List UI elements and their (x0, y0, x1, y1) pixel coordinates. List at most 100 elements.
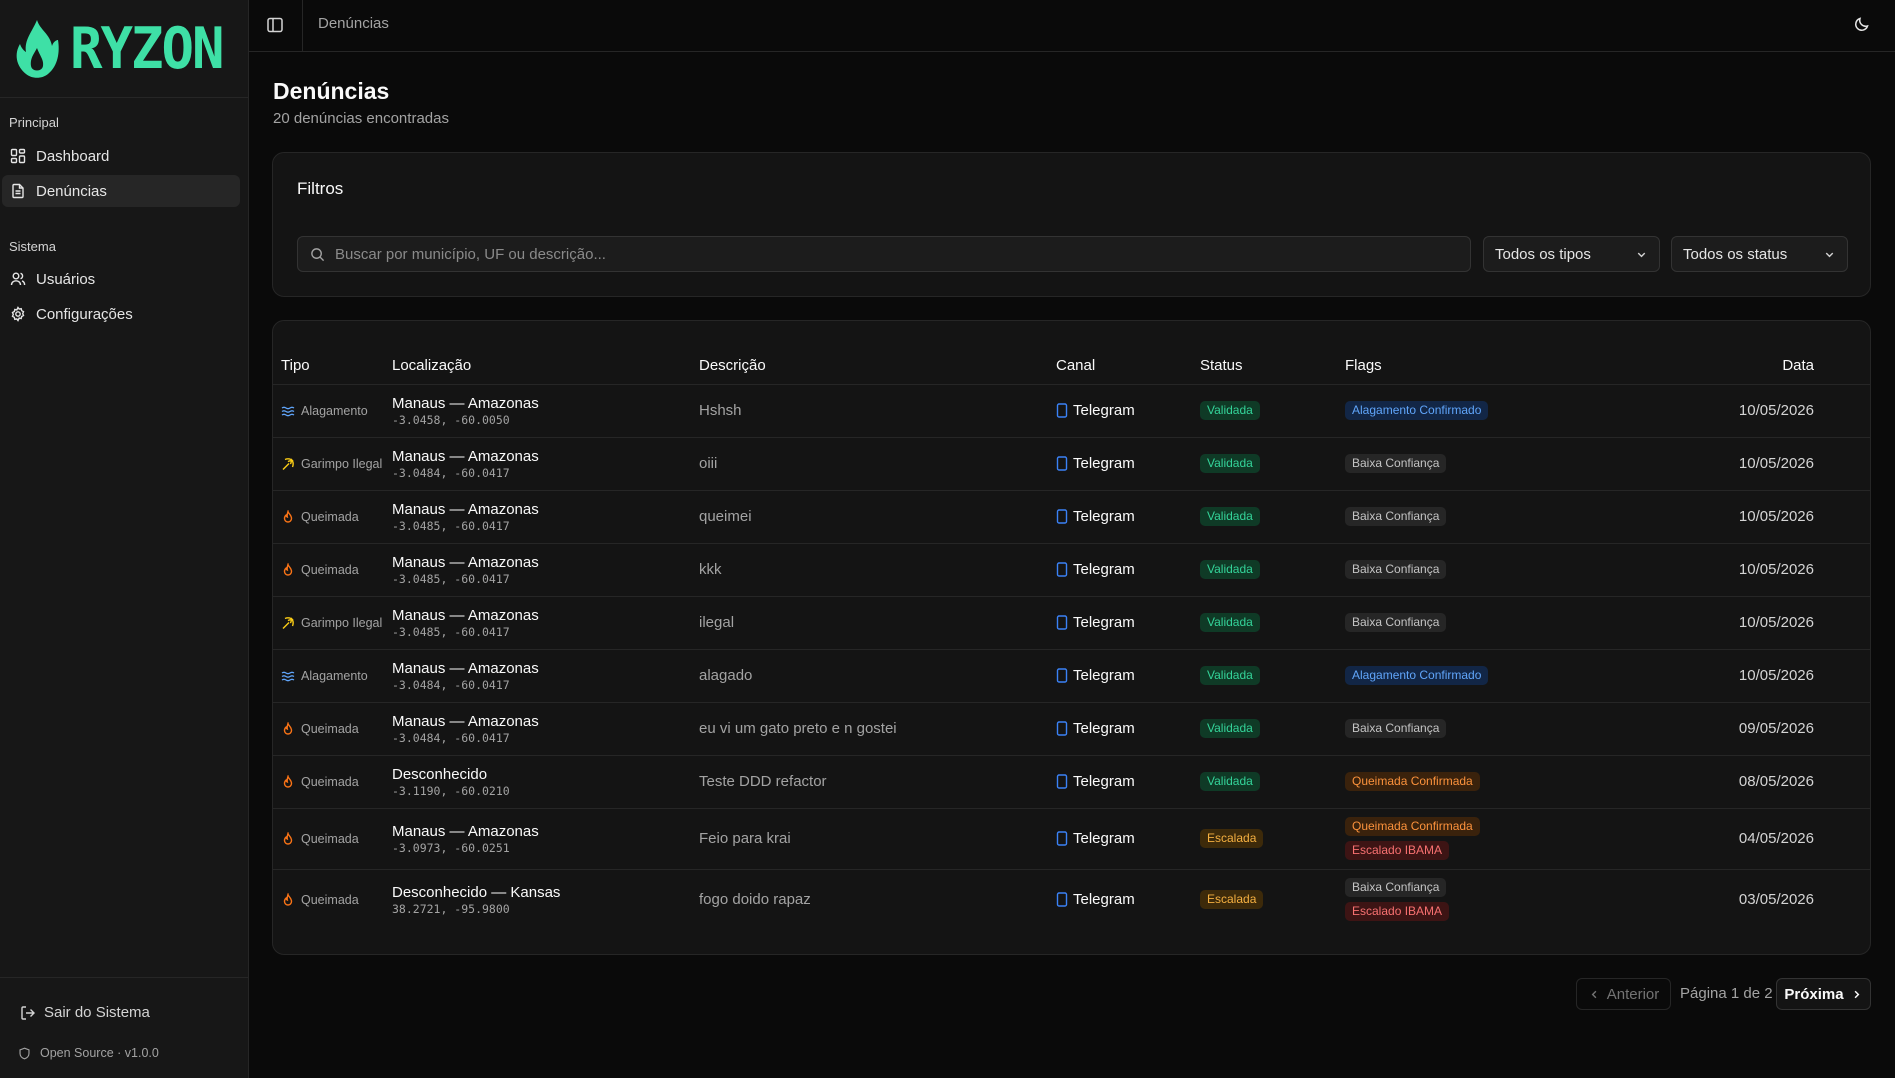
cell-localizacao: Manaus — Amazonas -3.0485, -60.0417 (392, 596, 699, 650)
phone-icon (1056, 892, 1068, 907)
canal-label: Telegram (1073, 561, 1135, 578)
sidebar-item-denuncias[interactable]: Denúncias (2, 175, 240, 207)
status-badge: Validada (1200, 507, 1260, 526)
header-descricao: Descrição (699, 347, 1056, 385)
date-text: 10/05/2026 (1738, 402, 1814, 419)
cell-canal: Telegram (1056, 384, 1200, 438)
flame-icon (283, 892, 293, 906)
search-box[interactable] (297, 236, 1471, 272)
flag-badge: Baixa Confiança (1345, 613, 1447, 632)
table-header-row: Tipo Localização Descrição Canal Status … (273, 347, 1870, 385)
logout-label: Sair do Sistema (44, 1004, 150, 1021)
canal-label: Telegram (1073, 402, 1135, 419)
cell-tipo: Garimpo Ilegal (273, 596, 392, 650)
cell-data: 03/05/2026 (1625, 869, 1870, 930)
flag-badge: Baixa Confiança (1345, 878, 1447, 898)
table-row[interactable]: Alagamento Manaus — Amazonas -3.0458, -60… (273, 384, 1870, 438)
cell-descricao: eu vi um gato preto e n gostei (699, 702, 1056, 756)
location-coords: -3.0484, -60.0417 (392, 465, 510, 480)
table-row[interactable]: Queimada Desconhecido — Kansas 38.2721, -… (273, 869, 1870, 930)
status-badge: Escalada (1200, 829, 1264, 848)
table-row[interactable]: Garimpo Ilegal Manaus — Amazonas -3.0485,… (273, 596, 1870, 650)
location-coords: -3.0484, -60.0417 (392, 677, 510, 692)
search-input[interactable] (335, 245, 1470, 263)
table-row[interactable]: Queimada Manaus — Amazonas -3.0484, -60.0… (273, 702, 1870, 756)
cell-status: Escalada (1200, 869, 1345, 930)
next-page-button[interactable]: Próxima (1776, 978, 1871, 1010)
location-name: Manaus — Amazonas (392, 500, 539, 518)
gear-icon (11, 306, 25, 322)
description-text: alagado (699, 667, 753, 684)
cell-descricao: Hshsh (699, 384, 1056, 438)
cell-data: 10/05/2026 (1625, 649, 1870, 703)
type-select[interactable]: Todos os tipos (1483, 236, 1660, 272)
shield-icon (19, 1047, 30, 1059)
canal-label: Telegram (1073, 508, 1135, 525)
status-select[interactable]: Todos os status (1671, 236, 1848, 272)
description-text: oiii (699, 455, 718, 472)
waves-icon (281, 406, 295, 416)
status-badge: Validada (1200, 401, 1260, 420)
cell-localizacao: Manaus — Amazonas -3.0458, -60.0050 (392, 384, 699, 438)
date-text: 10/05/2026 (1738, 667, 1814, 684)
layout-grid-icon (10, 148, 26, 164)
search-icon (311, 247, 325, 261)
location-coords: -3.0485, -60.0417 (392, 518, 510, 533)
cell-localizacao: Manaus — Amazonas -3.0484, -60.0417 (392, 437, 699, 491)
cell-tipo: Queimada (273, 869, 392, 930)
sidebar-item-configuracoes[interactable]: Configurações (2, 298, 240, 330)
logout-button[interactable]: Sair do Sistema (20, 1004, 150, 1021)
logo[interactable]: RYZON (0, 0, 248, 98)
flag-badge: Baixa Confiança (1345, 454, 1447, 473)
sidebar-toggle-icon[interactable] (266, 16, 284, 34)
cell-status: Validada (1200, 649, 1345, 703)
location-coords: -3.0973, -60.0251 (392, 840, 510, 855)
table-row[interactable]: Queimada Manaus — Amazonas -3.0485, -60.0… (273, 490, 1870, 544)
table-row[interactable]: Garimpo Ilegal Manaus — Amazonas -3.0484,… (273, 437, 1870, 491)
cell-localizacao: Manaus — Amazonas -3.0485, -60.0417 (392, 543, 699, 597)
cell-localizacao: Manaus — Amazonas -3.0484, -60.0417 (392, 649, 699, 703)
tipo-label: Alagamento (301, 668, 368, 683)
flame-icon (283, 831, 293, 845)
tipo-label: Queimada (301, 509, 359, 524)
chevron-right-icon (1854, 990, 1860, 998)
tipo-label: Garimpo Ilegal (301, 615, 383, 630)
header-tipo: Tipo (273, 347, 392, 385)
previous-page-button[interactable]: Anterior (1576, 978, 1671, 1010)
flame-logo-icon (16, 19, 59, 78)
header-localizacao: Localização (392, 347, 699, 385)
flag-badge: Baixa Confiança (1345, 719, 1447, 738)
brand-name: RYZON (70, 15, 225, 82)
cell-flags: Queimada Confirmada Escalado IBAMA (1345, 808, 1625, 870)
header-status: Status (1200, 347, 1345, 385)
tipo-label: Queimada (301, 562, 359, 577)
cell-descricao: queimei (699, 490, 1056, 544)
pickaxe-icon (282, 616, 294, 629)
location-name: Manaus — Amazonas (392, 822, 539, 840)
tipo-label: Queimada (301, 774, 359, 789)
cell-flags: Queimada Confirmada (1345, 755, 1625, 809)
date-text: 08/05/2026 (1738, 773, 1814, 790)
table-row[interactable]: Alagamento Manaus — Amazonas -3.0484, -60… (273, 649, 1870, 703)
sidebar-item-usuarios[interactable]: Usuários (2, 263, 240, 295)
location-coords: -3.0458, -60.0050 (392, 412, 510, 427)
cell-canal: Telegram (1056, 755, 1200, 809)
sidebar-item-dashboard[interactable]: Dashboard (2, 140, 240, 172)
tipo-label: Queimada (301, 892, 359, 907)
waves-icon (281, 671, 295, 681)
date-text: 10/05/2026 (1738, 455, 1814, 472)
table-row[interactable]: Queimada Desconhecido -3.1190, -60.0210 T… (273, 755, 1870, 809)
phone-icon (1056, 774, 1068, 789)
file-text-icon (12, 183, 24, 199)
moon-icon[interactable] (1853, 15, 1871, 33)
location-name: Manaus — Amazonas (392, 712, 539, 730)
location-name: Desconhecido — Kansas (392, 883, 561, 901)
version-label: Open Source · v1.0.0 (40, 1046, 159, 1060)
cell-canal: Telegram (1056, 596, 1200, 650)
cell-status: Validada (1200, 702, 1345, 756)
cell-descricao: ilegal (699, 596, 1056, 650)
table-row[interactable]: Queimada Manaus — Amazonas -3.0973, -60.0… (273, 808, 1870, 870)
table-row[interactable]: Queimada Manaus — Amazonas -3.0485, -60.0… (273, 543, 1870, 597)
cell-data: 10/05/2026 (1625, 596, 1870, 650)
flame-icon (283, 721, 293, 735)
